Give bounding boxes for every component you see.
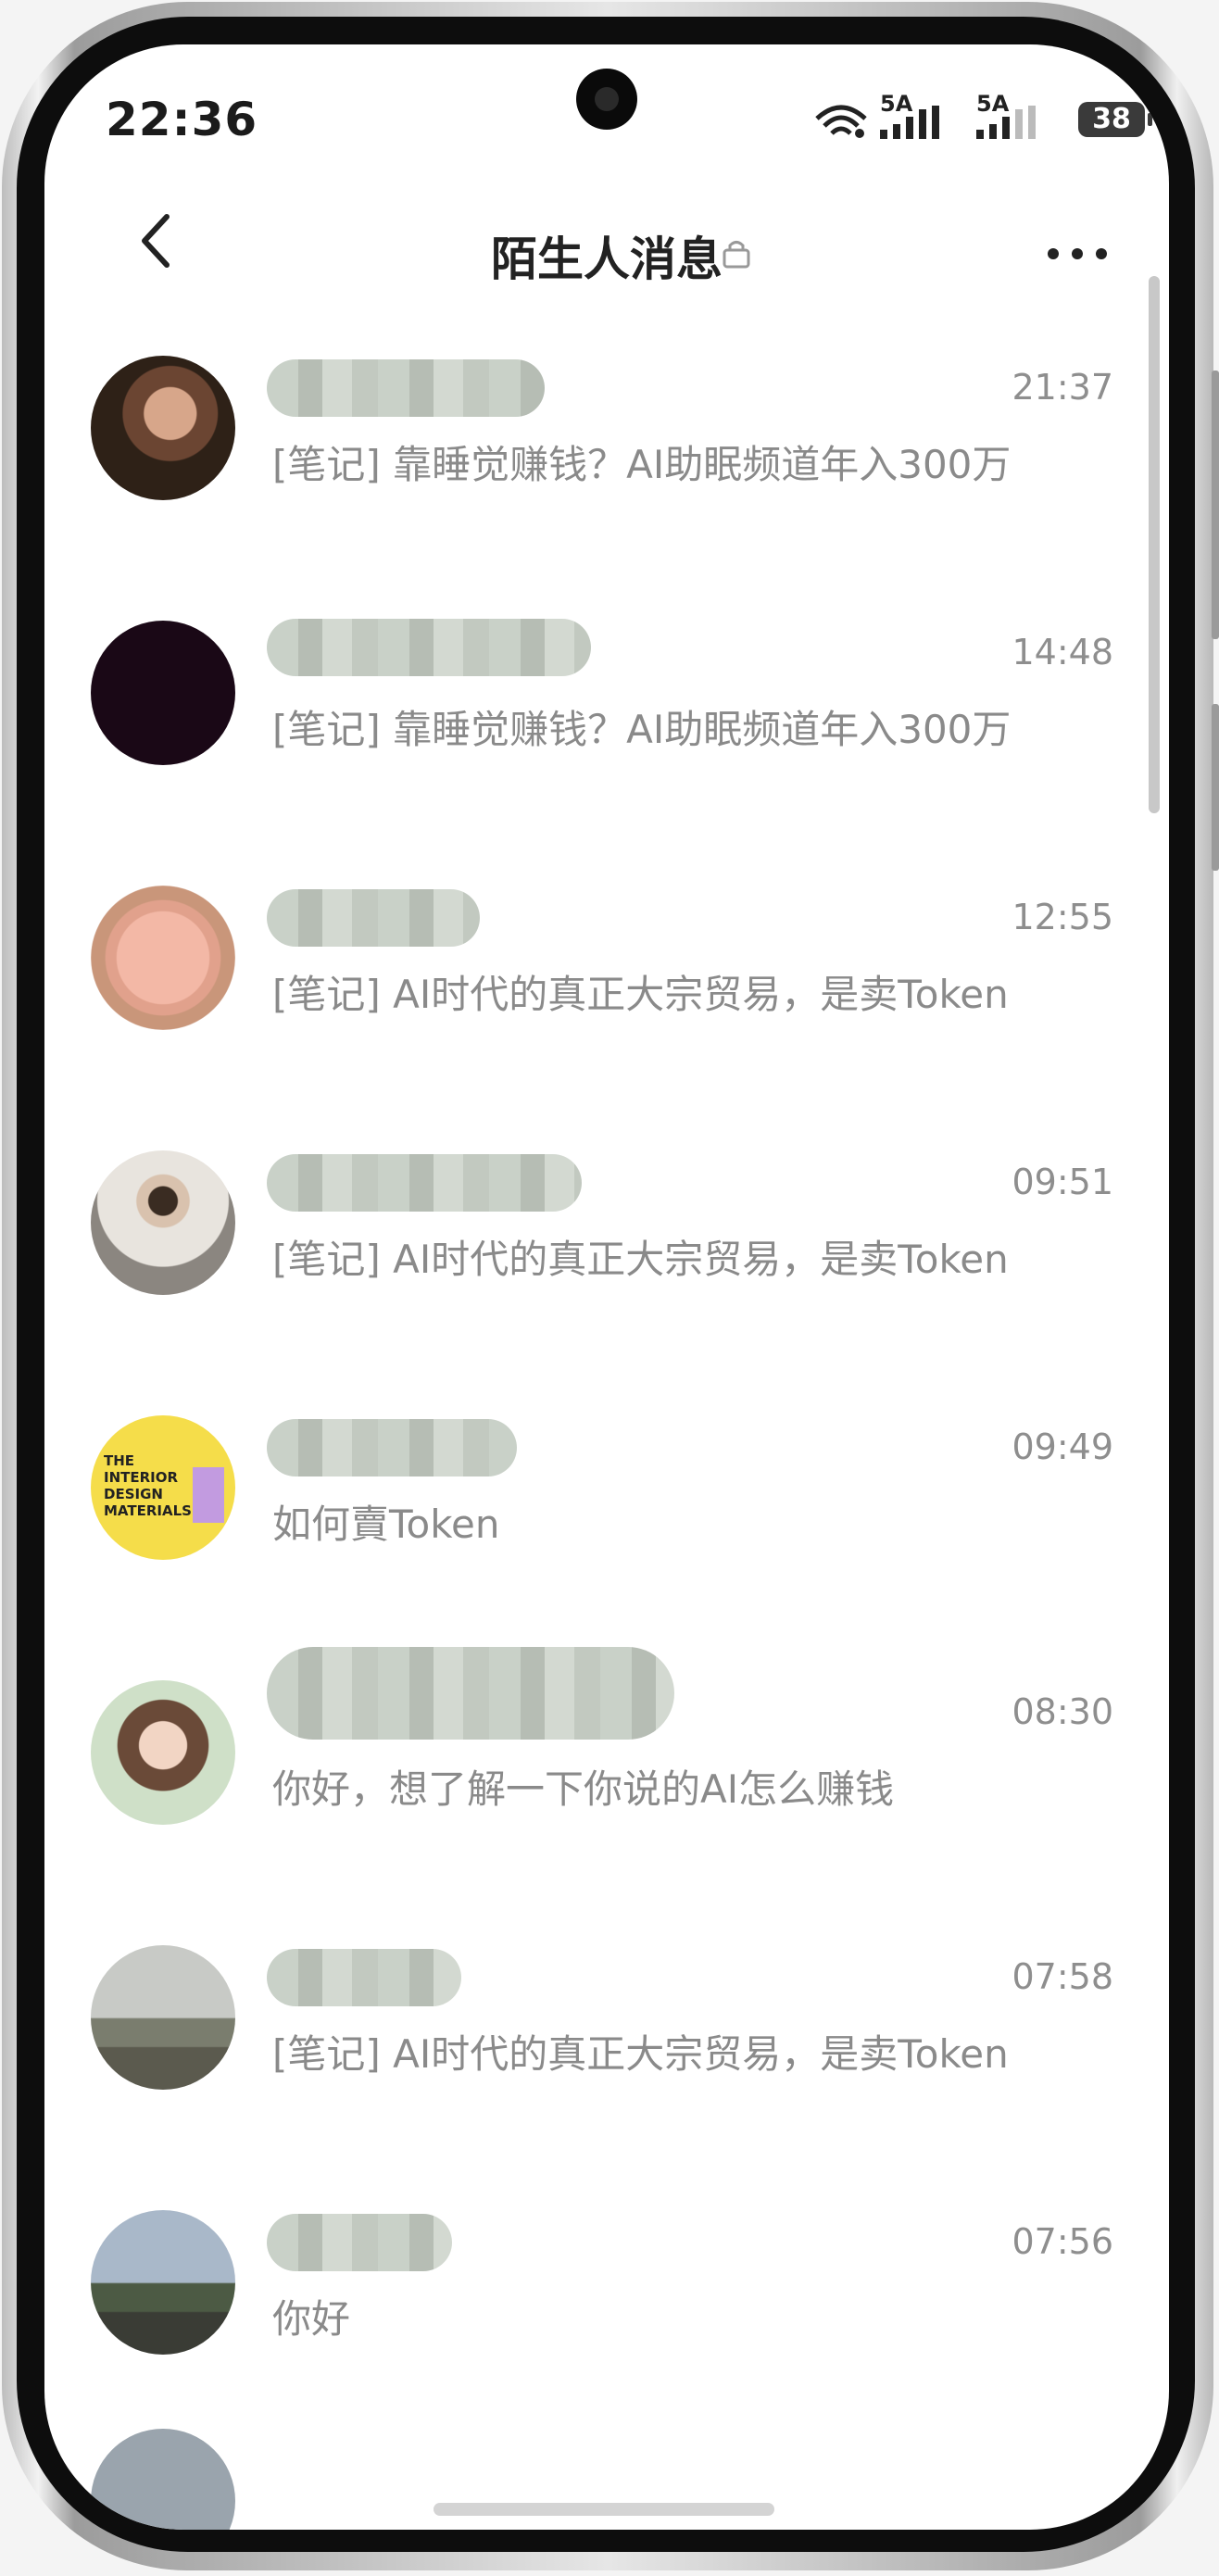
phone-frame: 22:36 5A 5A 38 陌生人消息 21:37 [笔记] 靠睡觉赚钱？AI… — [0, 0, 1219, 2576]
avatar[interactable]: THE INTERIOR DESIGN MATERIALS — [91, 1415, 235, 1560]
message-preview: 你好 — [272, 2296, 351, 2342]
avatar[interactable] — [91, 1150, 235, 1295]
message-preview: 你好，想了解一下你说的AI怎么赚钱 — [272, 1766, 895, 1812]
message-time: 09:51 — [1012, 1162, 1113, 1202]
sender-name-blurred — [267, 2214, 452, 2271]
message-preview: [笔记] 靠睡觉赚钱？AI助眠频道年入300万 — [272, 707, 1012, 752]
avatar[interactable] — [91, 1945, 235, 2090]
lock-icon — [723, 241, 750, 269]
message-item[interactable]: 07:58 [笔记] AI时代的真正大宗贸易，是卖Token — [44, 1903, 1169, 2168]
avatar[interactable] — [91, 1680, 235, 1825]
message-item[interactable]: 14:48 [笔记] 靠睡觉赚钱？AI助眠频道年入300万 — [44, 578, 1169, 843]
avatar[interactable] — [91, 356, 235, 500]
avatar-text-line: DESIGN — [104, 1486, 163, 1502]
message-preview: [笔记] AI时代的真正大宗贸易，是卖Token — [272, 1237, 1009, 1282]
sender-name-blurred — [267, 1154, 582, 1212]
message-item[interactable]: 07:56 你好 — [44, 2168, 1169, 2432]
message-time: 08:30 — [1012, 1691, 1113, 1732]
power-button — [1212, 704, 1219, 871]
sender-name-blurred — [267, 1949, 461, 2006]
sender-name-blurred — [267, 619, 591, 676]
message-preview: [笔记] AI时代的真正大宗贸易，是卖Token — [272, 972, 1009, 1017]
message-item[interactable]: 09:51 [笔记] AI时代的真正大宗贸易，是卖Token — [44, 1108, 1169, 1373]
more-horizontal-icon — [1048, 248, 1059, 259]
scrollbar[interactable] — [1149, 276, 1160, 813]
message-preview: [笔记] 靠睡觉赚钱？AI助眠频道年入300万 — [272, 442, 1012, 487]
signal-icon-2 — [976, 106, 1036, 139]
message-list: 21:37 [笔记] 靠睡觉赚钱？AI助眠频道年入300万 14:48 [笔记]… — [44, 313, 1169, 2432]
message-item[interactable]: THE INTERIOR DESIGN MATERIALS 09:49 如何賣T… — [44, 1373, 1169, 1638]
avatar[interactable] — [91, 2210, 235, 2355]
avatar-text-line: MATERIALS — [104, 1502, 192, 1519]
avatar[interactable] — [91, 2429, 235, 2530]
avatar[interactable] — [91, 886, 235, 1030]
sender-name-blurred — [267, 889, 480, 947]
message-time: 07:56 — [1012, 2221, 1113, 2262]
message-time: 09:49 — [1012, 1426, 1113, 1467]
more-options-button[interactable] — [1040, 226, 1114, 282]
status-time: 22:36 — [106, 93, 258, 146]
page-title: 陌生人消息 — [491, 232, 723, 286]
avatar-text-line: INTERIOR — [104, 1469, 179, 1486]
sender-name-blurred — [267, 1647, 674, 1740]
message-item[interactable]: 21:37 [笔记] 靠睡觉赚钱？AI助眠频道年入300万 — [44, 313, 1169, 578]
sender-name-blurred — [267, 1419, 517, 1476]
message-time: 07:58 — [1012, 1956, 1113, 1997]
volume-button — [1212, 371, 1219, 639]
wifi-icon — [815, 105, 867, 138]
avatar-text-line: THE — [104, 1452, 135, 1469]
message-time: 12:55 — [1012, 897, 1113, 937]
message-item[interactable]: 12:55 [笔记] AI时代的真正大宗贸易，是卖Token — [44, 843, 1169, 1108]
message-time: 14:48 — [1012, 632, 1113, 672]
avatar-text: THE INTERIOR DESIGN MATERIALS — [104, 1452, 192, 1519]
avatar[interactable] — [91, 621, 235, 765]
message-time: 21:37 — [1012, 367, 1113, 408]
battery-indicator: 38 — [1078, 102, 1152, 137]
home-indicator[interactable] — [434, 2503, 774, 2516]
avatar-decoration — [193, 1467, 224, 1523]
sender-name-blurred — [267, 359, 545, 417]
front-camera — [576, 69, 637, 130]
message-item[interactable]: 08:30 你好，想了解一下你说的AI怎么赚钱 — [44, 1638, 1169, 1903]
more-dot — [1072, 248, 1083, 259]
message-preview: [笔记] AI时代的真正大宗贸易，是卖Token — [272, 2031, 1009, 2077]
screen: 22:36 5A 5A 38 陌生人消息 21:37 [笔记] 靠睡觉赚钱？AI… — [44, 44, 1169, 2530]
more-dot — [1096, 248, 1107, 259]
signal-icon-1 — [880, 106, 939, 139]
message-preview: 如何賣Token — [272, 1502, 500, 1547]
